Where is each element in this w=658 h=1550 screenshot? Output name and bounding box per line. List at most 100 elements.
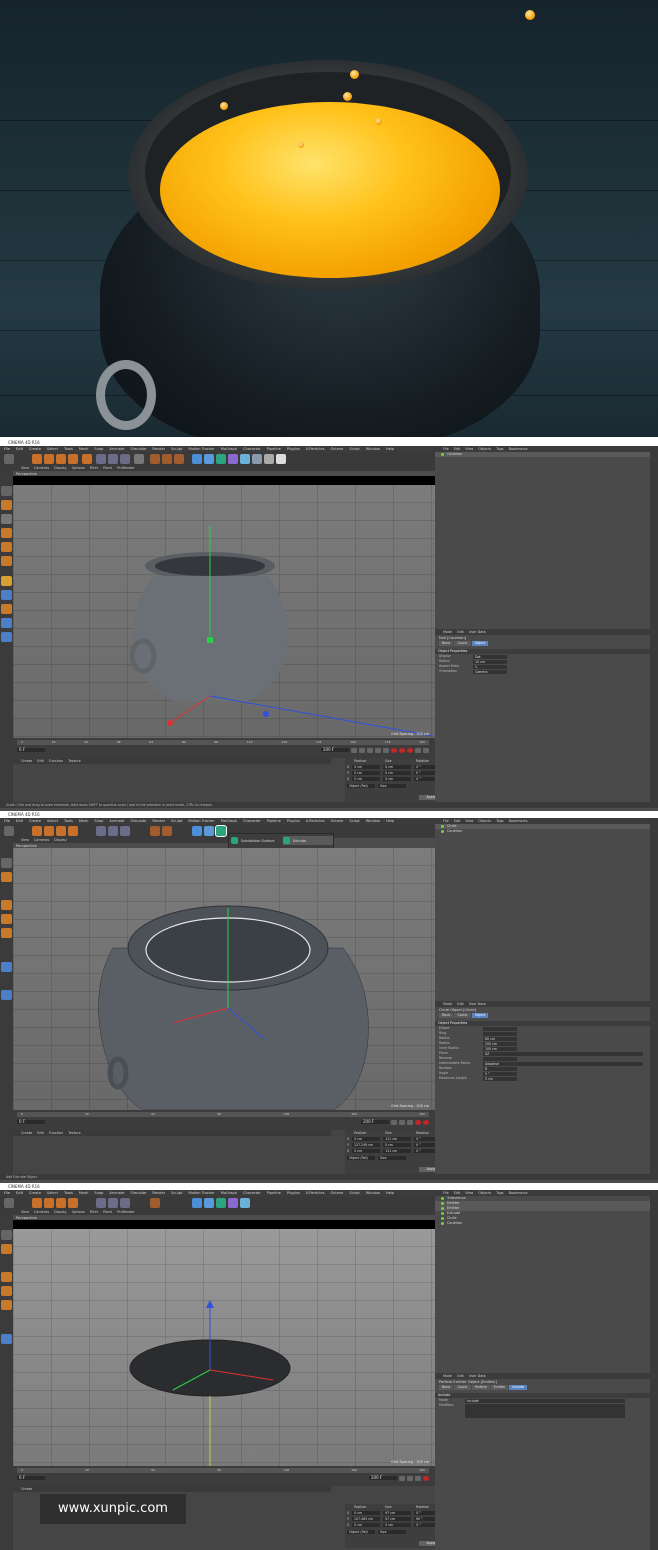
start-frame-field[interactable]: 0 F — [17, 748, 45, 752]
x-axis-icon[interactable] — [96, 454, 106, 464]
prop-value[interactable]: 100 cm — [483, 1046, 517, 1051]
end-frame-field[interactable]: 200 F — [321, 748, 349, 752]
object-row[interactable]: Cauldron — [435, 452, 650, 457]
size-x[interactable]: 0 cm — [383, 765, 412, 769]
cauldron-wireframe-model[interactable] — [13, 838, 435, 1110]
move-tool-icon[interactable] — [44, 1198, 54, 1208]
prop-value[interactable]: 1 — [473, 664, 507, 669]
pos-y[interactable]: 127.249 cm — [351, 1143, 380, 1147]
pos-x[interactable]: 0 cm — [352, 1511, 381, 1515]
tab-emitter[interactable]: Emitter — [490, 1385, 509, 1390]
pen-spline-icon[interactable] — [204, 826, 214, 836]
prop-value[interactable] — [483, 1031, 517, 1036]
om-menu-tags[interactable]: Tags — [496, 1190, 504, 1196]
texture-mode-icon[interactable] — [1, 1244, 12, 1254]
mat-menu-function[interactable]: Function — [49, 1130, 63, 1136]
array-icon[interactable] — [228, 1198, 238, 1208]
size-y[interactable]: 97 cm — [382, 1517, 411, 1521]
om-menu-tags[interactable]: Tags — [496, 818, 504, 824]
prop-value[interactable]: 10 cm — [473, 659, 507, 664]
scale-tool-icon[interactable] — [56, 1198, 66, 1208]
pos-z[interactable]: 0 cm — [352, 1149, 381, 1153]
prop-value[interactable]: XZ — [483, 1051, 643, 1056]
pos-x[interactable]: 0 cm — [352, 1137, 381, 1141]
record-icon[interactable] — [391, 747, 397, 753]
mat-menu-create[interactable]: Create — [21, 1130, 32, 1136]
pos-y[interactable]: 0 cm — [351, 771, 380, 775]
coord-mode-select[interactable]: Object (Rel) — [347, 1530, 375, 1534]
polygons-mode-icon[interactable] — [1, 556, 12, 566]
pos-z[interactable]: 0 cm — [352, 1523, 381, 1527]
texture-mode-icon[interactable] — [1, 872, 12, 882]
polygons-mode-icon[interactable] — [1, 1300, 12, 1310]
cube-icon[interactable] — [192, 454, 202, 464]
om-menu-bookmarks[interactable]: Bookmarks — [509, 446, 528, 452]
pos-x[interactable]: 0 cm — [352, 765, 381, 769]
y-axis-icon[interactable] — [108, 1198, 118, 1208]
mat-menu-create[interactable]: Create — [21, 1486, 32, 1492]
size-z[interactable]: 0 cm — [383, 1523, 412, 1527]
render-view-icon[interactable] — [150, 826, 160, 836]
prop-value[interactable] — [483, 1026, 517, 1031]
size-y[interactable]: 0 cm — [382, 771, 411, 775]
coord-system-icon[interactable] — [134, 454, 144, 464]
scheme-icon[interactable] — [423, 747, 429, 753]
om-menu-view[interactable]: View — [465, 1190, 473, 1196]
deformer-icon[interactable] — [240, 1198, 250, 1208]
z-axis-icon[interactable] — [120, 454, 130, 464]
points-mode-icon[interactable] — [1, 528, 12, 538]
modifiers-list[interactable] — [465, 1403, 625, 1418]
start-frame-field[interactable]: 0 F — [17, 1476, 45, 1480]
light-icon[interactable] — [276, 454, 286, 464]
prev-key-icon[interactable] — [359, 747, 365, 753]
prop-value[interactable]: 5 ° — [483, 1071, 517, 1076]
x-axis-icon[interactable] — [96, 826, 106, 836]
next-key-icon[interactable] — [375, 747, 381, 753]
edges-mode-icon[interactable] — [1, 914, 12, 924]
perspective-viewport[interactable]: View Cameras Display Perspective Grid Spac… — [13, 838, 435, 1110]
edges-mode-icon[interactable] — [1, 1286, 12, 1296]
pos-z[interactable]: 0 cm — [352, 777, 381, 781]
render-view-icon[interactable] — [150, 454, 160, 464]
tab-coord[interactable]: Coord. — [454, 1013, 471, 1018]
prop-value[interactable]: 8 — [483, 1066, 517, 1071]
end-frame-field[interactable]: 200 F — [369, 1476, 397, 1480]
prop-value[interactable]: Camera — [473, 669, 507, 674]
om-menu-objects[interactable]: Objects — [478, 1190, 491, 1196]
play-icon[interactable] — [399, 1119, 405, 1125]
rotate-tool-icon[interactable] — [68, 1198, 78, 1208]
size-mode-select[interactable]: Size — [378, 1156, 406, 1160]
first-frame-icon[interactable] — [391, 1119, 397, 1125]
pos-y[interactable]: 107.463 cm — [351, 1517, 380, 1521]
side-tabs[interactable] — [650, 818, 658, 1174]
mat-menu-function[interactable]: Function — [49, 758, 63, 764]
side-tabs[interactable] — [650, 1190, 658, 1550]
tab-basic[interactable]: Basic — [439, 1013, 454, 1018]
timeline[interactable]: 0 32 64 96 128 160 200 0 F 200 F — [13, 1466, 435, 1486]
snap-icon[interactable] — [1, 590, 12, 600]
last-frame-icon[interactable] — [415, 1475, 421, 1481]
undo-icon[interactable] — [4, 826, 14, 836]
generator-icon[interactable] — [216, 1198, 226, 1208]
om-menu-bookmarks[interactable]: Bookmarks — [509, 1190, 528, 1196]
timeline[interactable]: 0 16 32 48 64 80 96 112 128 144 160 176 200 0 F 200 … — [13, 738, 435, 758]
rotate-tool-icon[interactable] — [68, 826, 78, 836]
generator-icon[interactable] — [216, 454, 226, 464]
first-frame-icon[interactable] — [351, 747, 357, 753]
last-frame-icon[interactable] — [383, 747, 389, 753]
perspective-viewport[interactable]: View Cameras Display Options Filter Panel ProR… — [13, 466, 435, 738]
tab-coord[interactable]: Coord. — [454, 1385, 471, 1390]
render-picture-icon[interactable] — [162, 826, 172, 836]
prop-value[interactable]: 60 cm — [483, 1036, 517, 1041]
move-tool-icon[interactable] — [44, 454, 54, 464]
cauldron-model[interactable] — [13, 466, 435, 738]
move-tool-icon[interactable] — [44, 826, 54, 836]
mat-menu-create[interactable]: Create — [21, 758, 32, 764]
timeline-ruler[interactable]: 0 16 32 48 64 80 96 112 128 144 160 176 200 — [17, 740, 429, 745]
object-row[interactable]: Cauldron — [435, 829, 650, 834]
render-view-icon[interactable] — [150, 1198, 160, 1208]
select-tool-icon[interactable] — [32, 826, 42, 836]
end-frame-field[interactable]: 200 F — [361, 1120, 389, 1124]
size-y[interactable]: 0 cm — [382, 1143, 411, 1147]
perspective-viewport[interactable]: View Cameras Display Options Filter Panel ProR… — [13, 1210, 435, 1466]
